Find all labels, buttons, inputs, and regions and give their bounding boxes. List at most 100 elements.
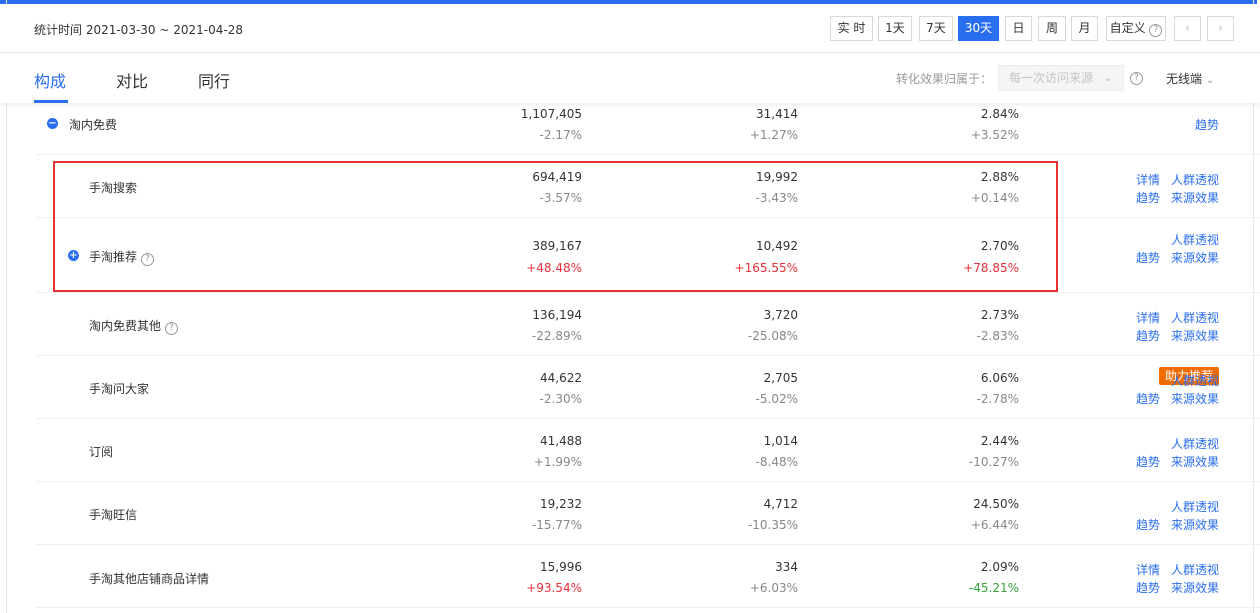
table-row: 手淘问大家 44,622 -2.30% 2,705 -5.02% 6.06% -… [0,356,1260,419]
collapse-icon[interactable]: − [47,118,58,129]
conversion-change: +3.52% [970,128,1019,142]
buyers-value: 4,712 [763,497,798,511]
audience-link[interactable]: 人群透视 [1171,435,1219,452]
chevron-down-icon: ⌄ [1206,75,1215,86]
trend-link[interactable]: 趋势 [1136,327,1160,344]
visitors-value: 41,488 [540,434,582,448]
conversion-change: -2.83% [976,329,1019,343]
conversion-change: -45.21% [968,581,1019,595]
chevron-down-icon: ⌄ [1103,71,1113,84]
buyers-change: +6.03% [749,581,798,595]
buyers-change: -25.08% [747,329,798,343]
table-row: 手淘其他店铺商品详情 15,996 +93.54% 334 +6.03% 2.0… [0,545,1260,608]
table-row: 订阅 41,488 +1.99% 1,014 -8.48% 2.44% -10.… [0,419,1260,482]
next-period-button[interactable]: › [1207,16,1234,41]
range-30day-button[interactable]: 30天 [958,16,999,41]
trend-link[interactable]: 趋势 [1136,453,1160,470]
audience-link[interactable]: 人群透视 [1171,498,1219,515]
tab-bar: 构成 对比 同行 转化效果归属于： 每一次访问来源 ⌄ ? 无线端 ⌄ [0,53,1260,103]
visitors-value: 19,232 [540,497,582,511]
trend-link[interactable]: 趋势 [1136,390,1160,407]
source-name: 手淘旺信 [89,508,138,522]
trend-link[interactable]: 趋势 [1195,116,1219,133]
range-realtime-button[interactable]: 实 时 [830,16,873,41]
source-name: 淘内免费 [69,118,118,132]
audience-link[interactable]: 人群透视 [1171,561,1219,578]
source-effect-link[interactable]: 来源效果 [1171,516,1219,533]
source-name: 淘内免费其他 ? [89,317,178,335]
prev-period-button[interactable]: ‹ [1174,16,1201,41]
conversion-change: -2.78% [976,392,1019,406]
conversion-value: 2.73% [980,308,1019,322]
help-icon[interactable]: ? [164,322,178,335]
audience-link[interactable]: 人群透视 [1171,309,1219,326]
trend-link[interactable]: 趋势 [1136,516,1160,533]
visitors-change: +1.99% [533,455,582,469]
buyers-change: +1.27% [749,128,798,142]
tab-peers[interactable]: 同行 [198,68,230,92]
visitors-change: -15.77% [531,518,582,532]
device-select[interactable]: 无线端 ⌄ [1166,70,1214,87]
source-effect-link[interactable]: 来源效果 [1171,453,1219,470]
date-range-header: 统计时间 2021-03-30 ~ 2021-04-28 实 时 1天 7天 3… [0,4,1260,53]
range-week-button[interactable]: 周 [1038,16,1066,41]
source-effect-link[interactable]: 来源效果 [1171,189,1219,206]
visitors-change: +93.54% [526,581,582,595]
source-name: 订阅 [89,445,114,459]
tab-composition[interactable]: 构成 [34,68,66,92]
range-7day-button[interactable]: 7天 [919,16,953,41]
range-month-button[interactable]: 月 [1071,16,1098,41]
visitors-value: 1,107,405 [520,107,582,121]
buyers-value: 2,705 [763,371,798,385]
range-custom-button[interactable]: 自定义 ? [1106,16,1166,41]
device-select-label: 无线端 [1166,72,1203,86]
stat-time-label: 统计时间 2021-03-30 ~ 2021-04-28 [34,23,243,37]
table-row: 淘内免费其他 ? 136,194 -22.89% 3,720 -25.08% 2… [0,293,1260,356]
buyers-value: 334 [775,560,798,574]
detail-link[interactable]: 详情 [1136,561,1160,578]
visitors-change: -22.89% [531,329,582,343]
attribution-select[interactable]: 每一次访问来源 ⌄ [998,65,1124,91]
active-tab-underline [34,100,68,103]
buyers-value: 1,014 [763,434,798,448]
source-effect-link[interactable]: 来源效果 [1171,579,1219,596]
source-effect-link[interactable]: 来源效果 [1171,327,1219,344]
visitors-value: 136,194 [532,308,582,322]
trend-link[interactable]: 趋势 [1136,249,1160,266]
buyers-value: 3,720 [763,308,798,322]
visitors-change: -2.17% [539,128,582,142]
conversion-value: 2.09% [980,560,1019,574]
row-divider [36,607,1260,608]
trend-link[interactable]: 趋势 [1136,189,1160,206]
range-day-button[interactable]: 日 [1005,16,1032,41]
range-1day-button[interactable]: 1天 [878,16,912,41]
source-effect-link[interactable]: 来源效果 [1171,249,1219,266]
audience-link[interactable]: 人群透视 [1171,171,1219,188]
source-name: 手淘其他店铺商品详情 [89,572,210,586]
conversion-change: +6.44% [970,518,1019,532]
buyers-change: -10.35% [747,518,798,532]
source-effect-link[interactable]: 来源效果 [1171,390,1219,407]
detail-link[interactable]: 详情 [1136,171,1160,188]
attribution-help-icon[interactable]: ? [1130,72,1143,85]
visitors-change: -2.30% [539,392,582,406]
audience-link[interactable]: 人群透视 [1171,231,1219,248]
trend-link[interactable]: 趋势 [1136,579,1160,596]
source-name: 手淘问大家 [89,382,150,396]
visitors-value: 44,622 [540,371,582,385]
visitors-value: 15,996 [540,560,582,574]
attribution-label: 转化效果归属于： [896,72,993,86]
table-row: 手淘旺信 19,232 -15.77% 4,712 -10.35% 24.50%… [0,482,1260,545]
conversion-value: 2.44% [980,434,1019,448]
chevron-left-icon: ‹ [1185,21,1190,35]
table-row-parent: − 淘内免费 1,107,405 -2.17% 31,414 +1.27% 2.… [0,103,1260,155]
conversion-change: -10.27% [968,455,1019,469]
highlight-annotation-box [53,161,1058,292]
chevron-right-icon: › [1218,21,1223,35]
conversion-value: 24.50% [973,497,1019,511]
detail-link[interactable]: 详情 [1136,309,1160,326]
tab-compare[interactable]: 对比 [116,68,148,92]
help-icon: ? [1149,24,1163,37]
buyers-value: 31,414 [756,107,798,121]
audience-link[interactable]: 人群透视 [1171,372,1219,389]
